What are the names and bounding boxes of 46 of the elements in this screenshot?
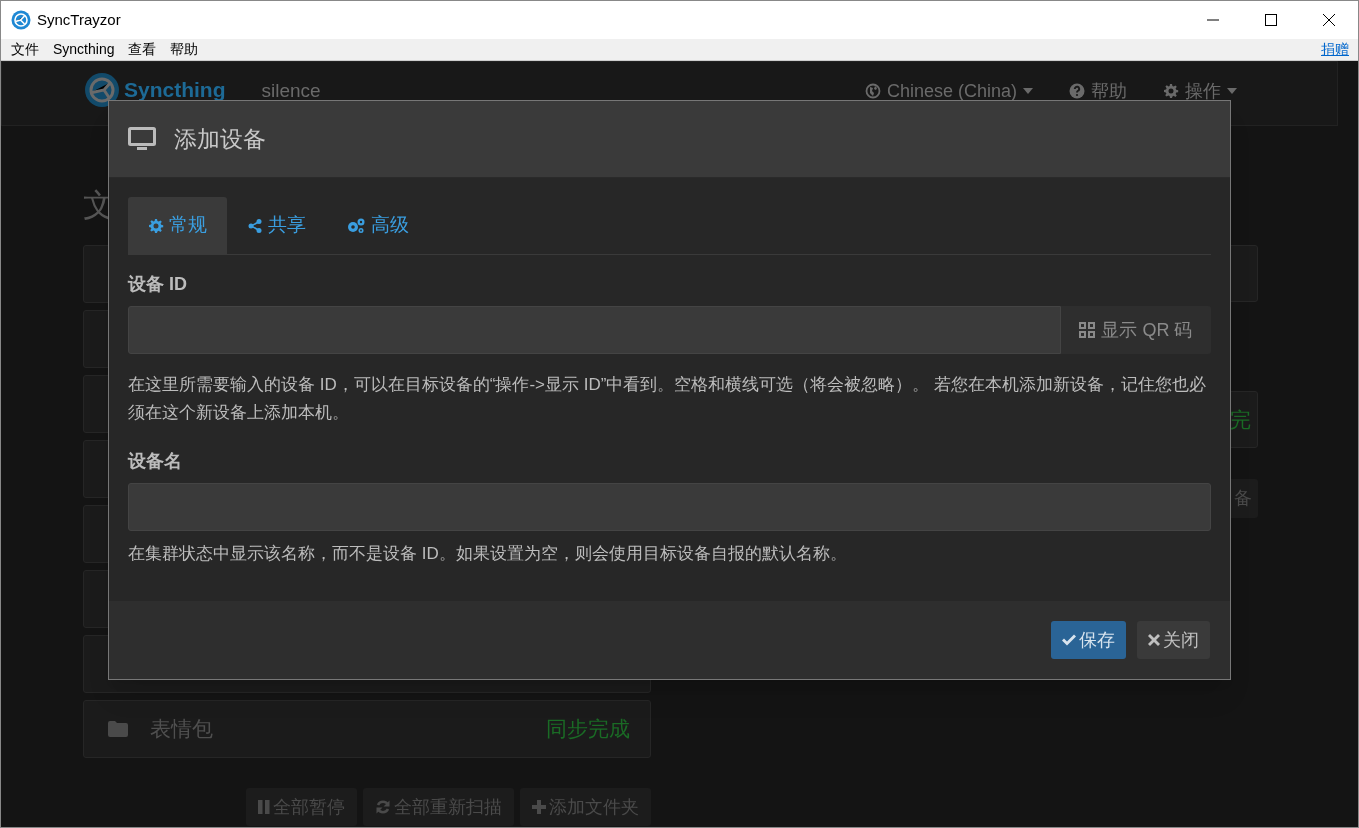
close-icon [1148, 634, 1160, 646]
donate-link[interactable]: 捐赠 [1321, 39, 1349, 60]
close-icon [1323, 14, 1335, 26]
menu-item[interactable]: 查看 [121, 39, 164, 60]
close-button[interactable]: 关闭 [1137, 621, 1210, 659]
globe-icon [864, 83, 881, 99]
maximize-icon [1265, 14, 1277, 26]
nav-menu-item[interactable]: Chinese (China) [864, 80, 1033, 102]
check-icon [1062, 634, 1076, 646]
save-button[interactable]: 保存 [1051, 621, 1126, 659]
gear-icon [1163, 83, 1179, 99]
window-title: SyncTrayzor [37, 9, 121, 30]
dialog-title: 添加设备 [174, 124, 266, 154]
help-text: 在集群状态中显示该名称，而不是设备 ID。如果设置为空，则会使用目标设备自报的默认名称。 [128, 543, 848, 565]
caret-icon [1023, 88, 1033, 94]
menu-item[interactable]: 帮助 [163, 39, 206, 60]
field-label: 设备名 [128, 450, 183, 473]
gear-icon [148, 217, 164, 234]
refresh-icon [375, 799, 391, 815]
field-label: 设备 ID [128, 273, 188, 296]
gears-icon [346, 217, 366, 234]
menu-item[interactable]: 文件 [4, 39, 46, 60]
pause-icon [258, 800, 270, 814]
device-status: 完 [1230, 406, 1251, 433]
nav-menu-item[interactable]: 操作 [1163, 80, 1237, 102]
nav-menu-item[interactable]: 帮助 [1069, 80, 1127, 102]
help-icon [1069, 83, 1085, 99]
menu-item[interactable]: Syncthing [46, 39, 122, 60]
brand-name: Syncthing [124, 78, 226, 102]
tab[interactable]: 共享 [227, 197, 326, 254]
tab[interactable]: 常规 [128, 197, 227, 254]
input-field[interactable] [128, 306, 1061, 354]
input-field[interactable] [128, 483, 1211, 531]
show-qr-button[interactable]: 显示 QR 码 [1061, 306, 1211, 354]
folder-status: 同步完成 [546, 716, 630, 743]
help-text: 在这里所需要输入的设备 ID，可以在目标设备的“操作->显示 ID”中看到。空格和横线可选（将会被忽略）。 若您在本机添加新设备，记住您也必须在这个新设备上添加本机。 [128, 374, 1208, 424]
caret-icon [1227, 88, 1237, 94]
app-logo-icon [11, 10, 31, 30]
plus-icon [532, 800, 546, 814]
monitor-icon [128, 127, 156, 151]
syncthing-logo-icon [84, 72, 120, 108]
tab[interactable]: 高级 [326, 197, 429, 254]
folder-icon [108, 721, 128, 737]
device-name: silence [261, 80, 321, 102]
share-icon [247, 217, 263, 234]
qr-code-icon [1079, 322, 1096, 338]
